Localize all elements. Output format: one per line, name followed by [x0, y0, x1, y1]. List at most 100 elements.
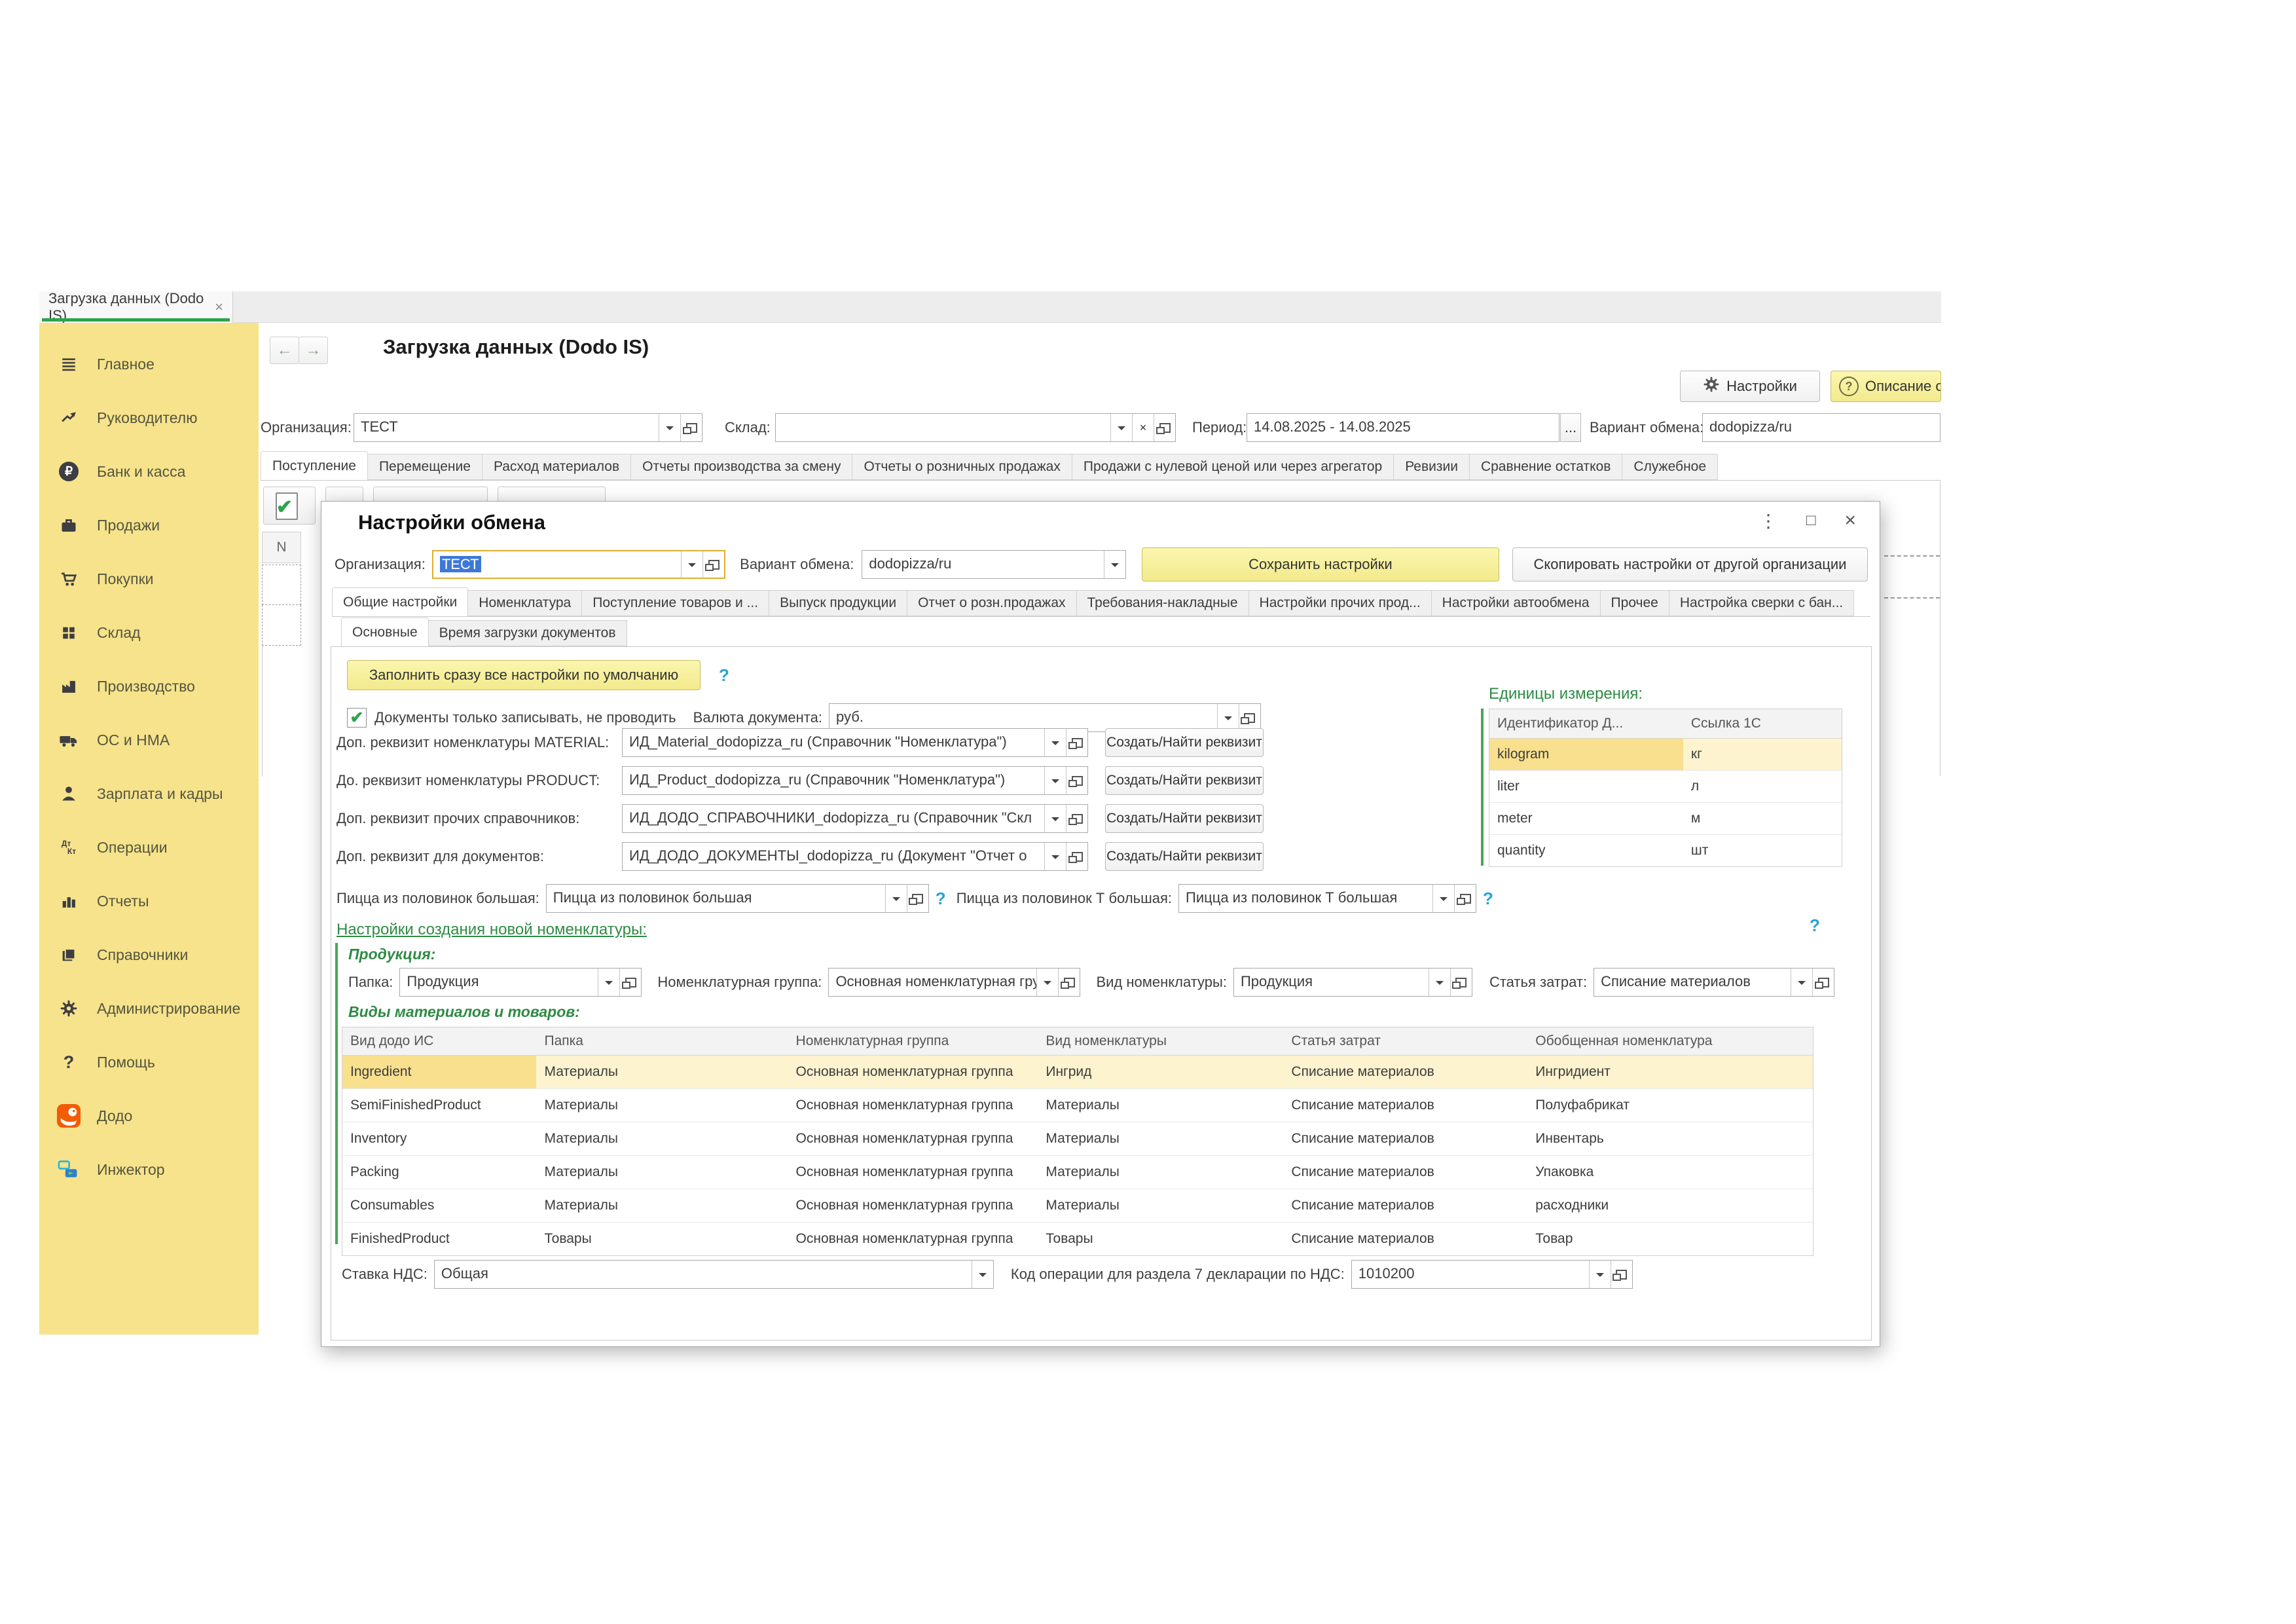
settings-button[interactable]: Настройки [1680, 371, 1820, 402]
sidebar-item-production[interactable]: Производство [39, 659, 259, 713]
sidebar-item-dodo[interactable]: Додо [39, 1089, 259, 1143]
back-button[interactable]: ← [270, 337, 299, 364]
period-field[interactable]: 14.08.2025 - 14.08.2025 [1247, 413, 1559, 442]
nomenclature-type-value[interactable]: Продукция [1234, 969, 1429, 996]
material-row[interactable]: ConsumablesМатериалыОсновная номенклатур… [342, 1189, 1813, 1223]
open-icon[interactable] [1611, 1261, 1632, 1288]
app-tab[interactable]: Загрузка данных (Dodo IS) × [39, 291, 232, 323]
dropdown-icon[interactable] [1429, 969, 1450, 996]
attribute-field[interactable]: ИД_ДОДО_СПРАВОЧНИКИ_dodopizza_ru (Справо… [622, 804, 1088, 833]
warehouse-field[interactable]: × [775, 413, 1176, 442]
material-row[interactable]: SemiFinishedProductМатериалыОсновная ном… [342, 1089, 1813, 1122]
pizza-half-t-value[interactable]: Пицца из половинок Т большая [1179, 885, 1432, 912]
period-value[interactable]: 14.08.2025 - 14.08.2025 [1247, 414, 1559, 441]
dialog-tab-4[interactable]: Отчет о розн.продажах [907, 590, 1076, 616]
dialog-exchange-variant-value[interactable]: dodopizza/ru [862, 551, 1104, 578]
unit-row[interactable]: kilogramкг [1489, 739, 1842, 771]
dropdown-icon[interactable] [681, 551, 702, 578]
sidebar-item-main[interactable]: Главное [39, 337, 259, 391]
organization-value[interactable]: ТЕСТ [354, 414, 659, 441]
dialog-close-icon[interactable]: × [1844, 509, 1856, 532]
clear-icon[interactable]: × [1132, 414, 1154, 441]
document-tab-3[interactable]: Отчеты производства за смену [631, 454, 852, 480]
dialog-organization-value[interactable]: ТЕСТ [440, 556, 481, 572]
dialog-tab-2[interactable]: Поступление товаров и ... [582, 590, 769, 616]
vat-rate-field[interactable]: Общая [434, 1260, 994, 1289]
operation-code-field[interactable]: 1010200 [1351, 1260, 1633, 1289]
unit-row[interactable]: literл [1489, 771, 1842, 803]
help-link[interactable]: ? [936, 889, 946, 909]
open-icon[interactable] [1812, 969, 1834, 996]
pizza-half-field[interactable]: Пицца из половинок большая [546, 884, 929, 913]
dialog-tab-7[interactable]: Настройки автообмена [1432, 590, 1601, 616]
dialog-organization-field[interactable]: ТЕСТ [432, 550, 725, 579]
dropdown-icon[interactable] [1791, 969, 1812, 996]
vat-rate-value[interactable]: Общая [435, 1261, 972, 1288]
material-row[interactable]: PackingМатериалыОсновная номенклатурная … [342, 1156, 1813, 1189]
post-document-button[interactable]: ✔ [263, 487, 316, 525]
nomenclature-type-field[interactable]: Продукция [1233, 968, 1472, 997]
open-icon[interactable] [1239, 704, 1260, 731]
open-icon[interactable] [702, 551, 724, 578]
sidebar-item-manager[interactable]: Руководителю [39, 391, 259, 445]
sidebar-item-fixed-assets[interactable]: ОС и НМА [39, 713, 259, 767]
dialog-maximize-icon[interactable]: □ [1806, 511, 1816, 530]
sidebar-item-reports[interactable]: Отчеты [39, 874, 259, 928]
dialog-subtab-1[interactable]: Время загрузки документов [429, 620, 627, 646]
sidebar-item-administration[interactable]: Администрирование [39, 982, 259, 1035]
open-icon[interactable] [907, 885, 928, 912]
attribute-value[interactable]: ИД_ДОДО_СПРАВОЧНИКИ_dodopizza_ru (Справо… [623, 805, 1044, 832]
create-find-attribute-button[interactable]: Создать/Найти реквизит [1105, 728, 1264, 757]
document-tab-6[interactable]: Ревизии [1394, 454, 1470, 480]
dialog-tab-8[interactable]: Прочее [1601, 590, 1669, 616]
open-icon[interactable] [1066, 805, 1087, 832]
help-link[interactable]: ? [719, 665, 729, 686]
dropdown-icon[interactable] [1589, 1261, 1611, 1288]
attribute-value[interactable]: ИД_Material_dodopizza_ru (Справочник "Но… [623, 729, 1044, 756]
attribute-value[interactable]: ИД_ДОДО_ДОКУМЕНТЫ_dodopizza_ru (Документ… [623, 843, 1044, 870]
currency-value[interactable]: руб. [829, 704, 1217, 731]
save-settings-button[interactable]: Сохранить настройки [1142, 547, 1499, 581]
help-link[interactable]: ? [1483, 889, 1493, 909]
dialog-tab-0[interactable]: Общие настройки [332, 587, 468, 616]
dropdown-icon[interactable] [1036, 969, 1058, 996]
open-icon[interactable] [1450, 969, 1472, 996]
help-link[interactable]: ? [1810, 915, 1820, 936]
material-row[interactable]: InventoryМатериалыОсновная номенклатурна… [342, 1122, 1813, 1156]
open-icon[interactable] [1058, 969, 1080, 996]
cost-item-field[interactable]: Списание материалов [1594, 968, 1834, 997]
open-icon[interactable] [1454, 885, 1476, 912]
dialog-exchange-variant-field[interactable]: dodopizza/ru [862, 550, 1126, 579]
nomenclature-group-value[interactable]: Основная номенклатурная груп [829, 969, 1036, 996]
exchange-variant-value[interactable]: dodopizza/ru [1703, 414, 1940, 441]
dropdown-icon[interactable] [598, 969, 619, 996]
dropdown-icon[interactable] [1044, 843, 1066, 870]
open-icon[interactable] [1154, 414, 1175, 441]
sidebar-item-help[interactable]: ?Помощь [39, 1035, 259, 1089]
forward-button[interactable]: → [299, 337, 328, 364]
pizza-half-value[interactable]: Пицца из половинок большая [547, 885, 885, 912]
sidebar-item-sales[interactable]: Продажи [39, 498, 259, 552]
fill-defaults-button[interactable]: Заполнить сразу все настройки по умолчан… [347, 660, 701, 690]
organization-field[interactable]: ТЕСТ [354, 413, 702, 442]
sidebar-item-purchases[interactable]: Покупки [39, 552, 259, 606]
dropdown-icon[interactable] [972, 1261, 993, 1288]
dialog-tab-3[interactable]: Выпуск продукции [769, 590, 907, 616]
sidebar-item-injector[interactable]: Инжектор [39, 1143, 259, 1196]
document-tab-5[interactable]: Продажи с нулевой ценой или через агрега… [1072, 454, 1394, 480]
dropdown-icon[interactable] [659, 414, 680, 441]
sidebar-item-bank-cash[interactable]: ₽Банк и касса [39, 445, 259, 498]
new-nomenclature-heading[interactable]: Настройки создания новой номенклатуры: [337, 921, 647, 939]
open-icon[interactable] [619, 969, 641, 996]
operation-code-value[interactable]: 1010200 [1352, 1261, 1589, 1288]
folder-field[interactable]: Продукция [399, 968, 642, 997]
attribute-field[interactable]: ИД_Material_dodopizza_ru (Справочник "Но… [622, 728, 1088, 757]
open-icon[interactable] [1066, 767, 1087, 794]
nomenclature-group-field[interactable]: Основная номенклатурная груп [828, 968, 1080, 997]
dropdown-icon[interactable] [1044, 767, 1066, 794]
create-find-attribute-button[interactable]: Создать/Найти реквизит [1105, 766, 1264, 795]
dialog-tab-6[interactable]: Настройки прочих прод... [1249, 590, 1432, 616]
unit-row[interactable]: quantityшт [1489, 835, 1842, 866]
dropdown-icon[interactable] [1110, 414, 1132, 441]
sidebar-item-payroll-hr[interactable]: Зарплата и кадры [39, 767, 259, 821]
